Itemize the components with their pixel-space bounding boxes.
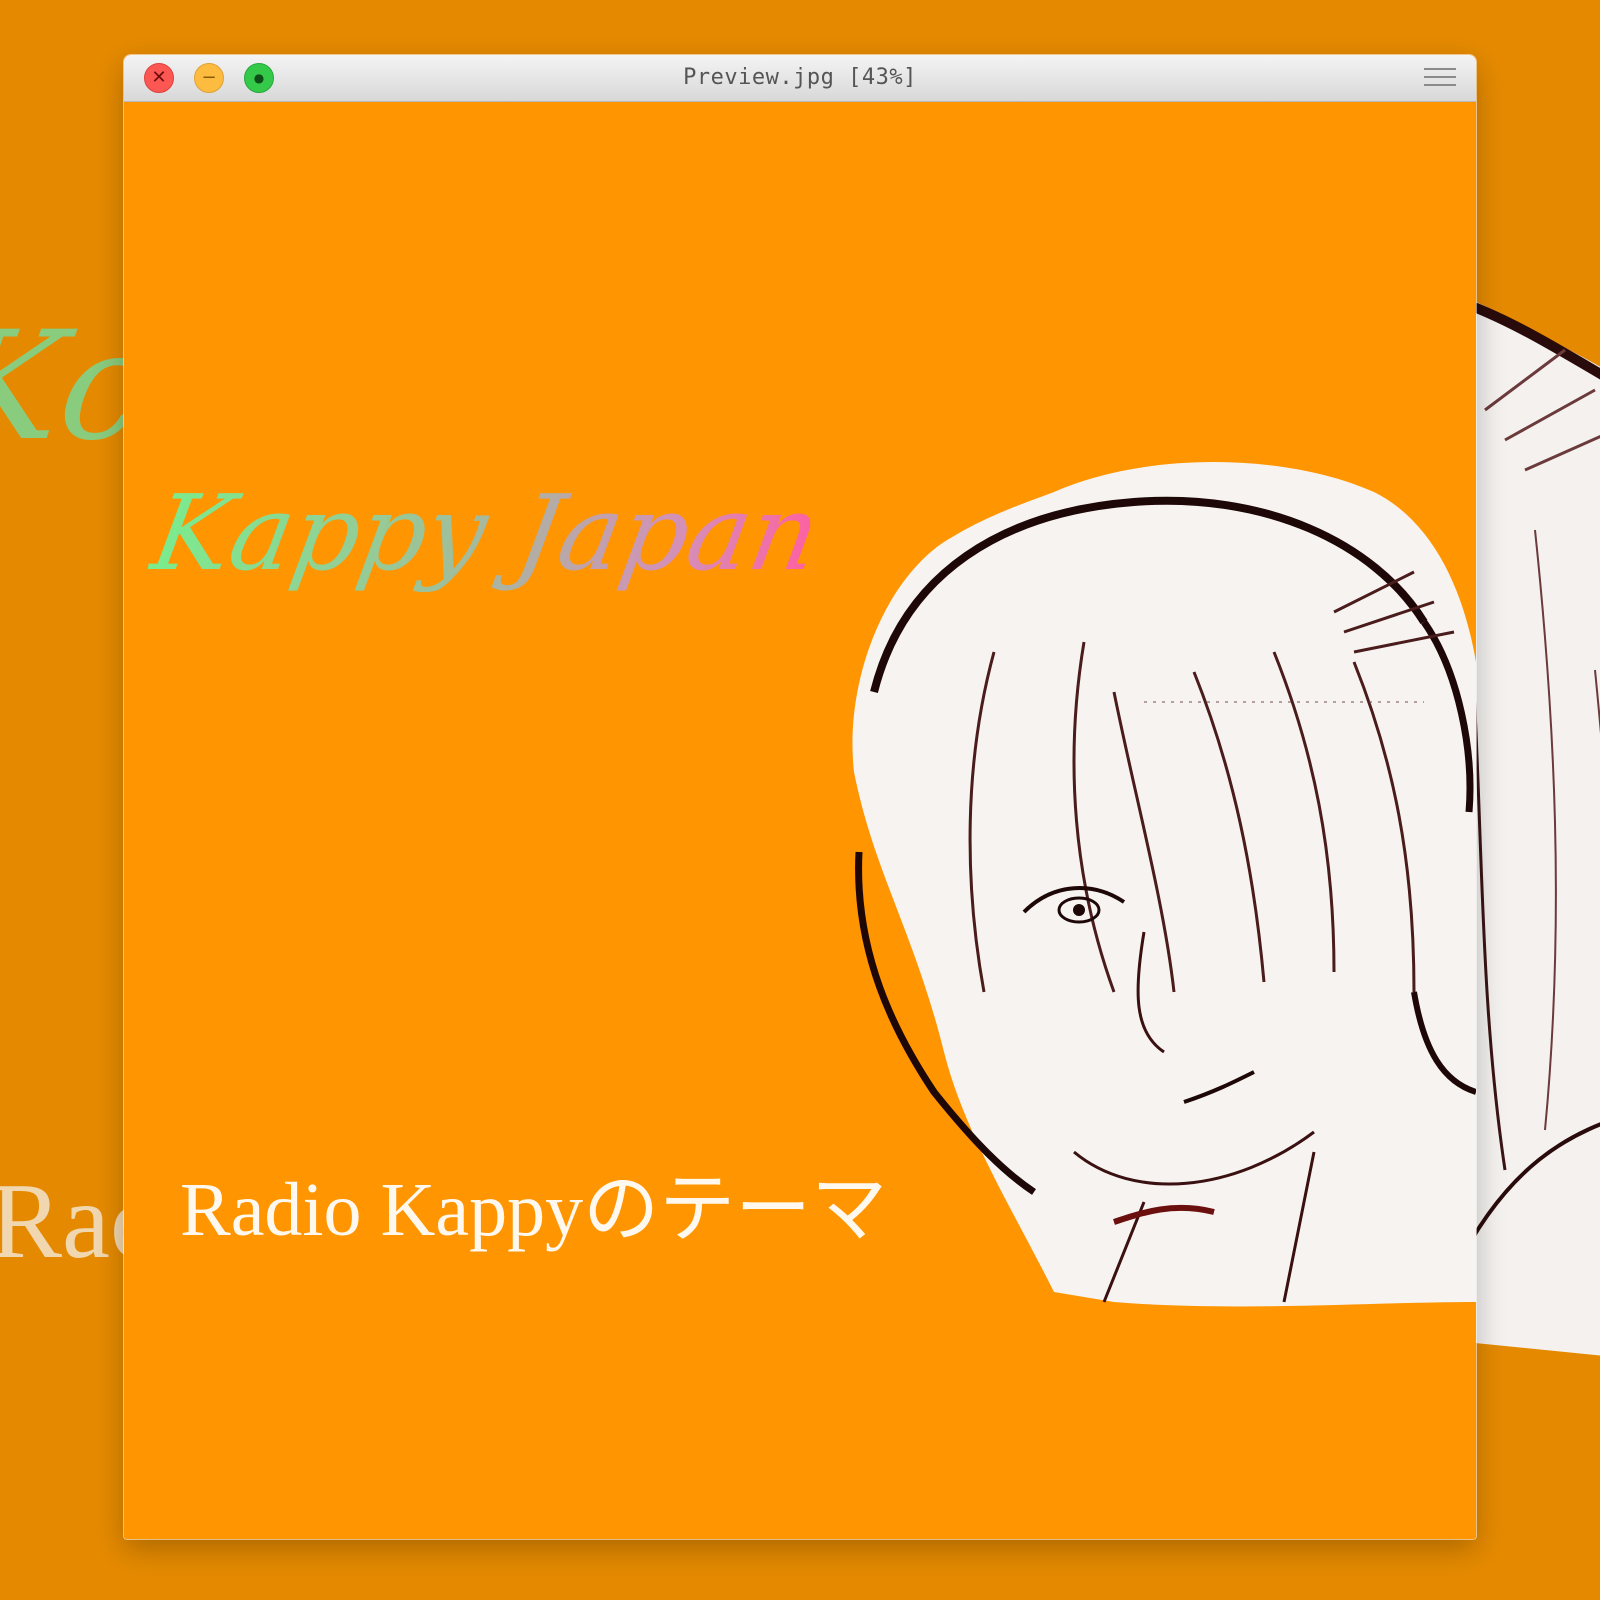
radio-caption: Radio Kappyのテーマ (180, 1168, 888, 1252)
script-title: Kappy Japan (143, 472, 829, 594)
window-titlebar[interactable]: ✕ − ● Preview.jpg [43%] (124, 55, 1476, 102)
hamburger-menu-icon[interactable] (1424, 68, 1456, 88)
preview-window: ✕ − ● Preview.jpg [43%] Kappy Japan Radi… (124, 55, 1476, 1539)
window-title: Preview.jpg [43%] (683, 65, 917, 90)
sketch-illustration (852, 462, 1476, 1307)
image-canvas: Kappy Japan Radio Kappyのテーマ (124, 102, 1476, 1539)
